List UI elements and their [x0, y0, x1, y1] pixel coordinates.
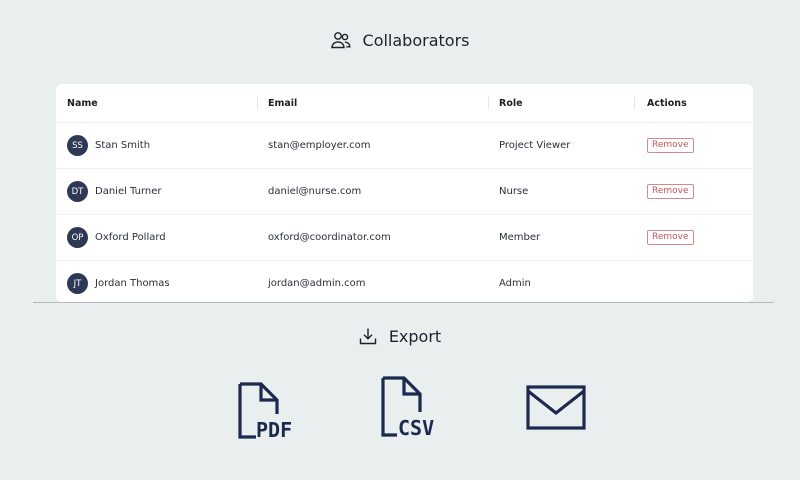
collaborator-name-cell: DT Daniel Turner [67, 169, 257, 214]
collaborator-name: Daniel Turner [95, 186, 162, 197]
collaborators-header: Collaborators [0, 28, 800, 52]
export-header: Export [0, 324, 800, 348]
actions-cell [647, 261, 747, 302]
collaborator-name: Jordan Thomas [95, 278, 170, 289]
collaborator-name-cell: JT Jordan Thomas [67, 261, 257, 302]
collaborator-email: jordan@admin.com [268, 278, 366, 289]
avatar: OP [67, 227, 88, 248]
actions-cell: Remove [647, 215, 747, 260]
download-icon [359, 328, 377, 345]
avatar: SS [67, 135, 88, 156]
actions-cell: Remove [647, 123, 747, 168]
collaborator-email: stan@employer.com [268, 140, 371, 151]
collaborator-email: oxford@coordinator.com [268, 232, 391, 243]
collaborator-name: Oxford Pollard [95, 232, 166, 243]
remove-button[interactable]: Remove [647, 230, 694, 245]
column-separator [634, 96, 635, 110]
collaborator-email: daniel@nurse.com [268, 186, 362, 197]
column-header-name: Name [67, 97, 98, 109]
collaborator-name-cell: OP Oxford Pollard [67, 215, 257, 260]
csv-file-icon[interactable]: CSV [380, 374, 442, 440]
avatar: DT [67, 181, 88, 202]
export-title: Export [388, 326, 442, 346]
table-header: Name Email Role Actions [56, 84, 753, 123]
pdf-file-icon[interactable]: PDF [237, 374, 295, 440]
mail-icon[interactable] [526, 385, 586, 431]
avatar: JT [67, 273, 88, 294]
actions-cell: Remove [647, 169, 747, 214]
collaborator-role: Project Viewer [499, 140, 571, 151]
collaborators-title: Collaborators [362, 30, 470, 50]
collaborator-role: Nurse [499, 186, 529, 197]
column-separator [257, 96, 258, 110]
table-row: OP Oxford Pollard oxford@coordinator.com… [56, 215, 753, 261]
remove-button[interactable]: Remove [647, 184, 694, 199]
column-header-email: Email [268, 97, 298, 109]
users-icon [330, 32, 351, 49]
column-header-role: Role [499, 97, 523, 109]
column-header-actions: Actions [647, 97, 687, 109]
table-row: SS Stan Smith stan@employer.com Project … [56, 123, 753, 169]
column-separator [488, 96, 489, 110]
collaborators-table: Name Email Role Actions SS Stan Smith st… [56, 84, 753, 302]
collaborator-role: Admin [499, 278, 531, 289]
remove-button[interactable]: Remove [647, 138, 694, 153]
collaborator-name: Stan Smith [95, 140, 151, 151]
table-row: DT Daniel Turner daniel@nurse.com Nurse … [56, 169, 753, 215]
pdf-label: PDF [256, 418, 292, 440]
collaborator-role: Member [499, 232, 541, 243]
csv-label: CSV [398, 416, 434, 440]
section-divider [33, 302, 774, 303]
table-row: JT Jordan Thomas jordan@admin.com Admin [56, 261, 753, 302]
collaborator-name-cell: SS Stan Smith [67, 123, 257, 168]
